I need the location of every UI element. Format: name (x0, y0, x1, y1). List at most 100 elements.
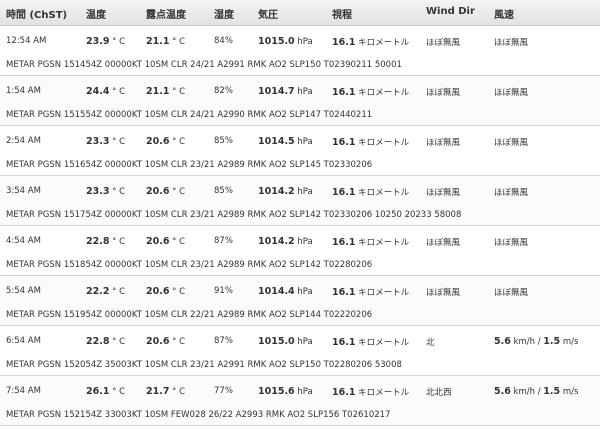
visibility: 16.1 キロメートル (332, 286, 409, 298)
header-wind-dir[interactable]: Wind Dir (426, 6, 475, 17)
table-row: 1:54 AM 24.4 ° C 21.1 ° C 82% 1014.7 hPa 16.1… (0, 76, 600, 126)
temperature: 23.9 ° C (86, 36, 125, 47)
wind-direction: ほぼ無風 (426, 88, 461, 98)
dew-point-value: 20.6 (146, 286, 170, 297)
pressure: 1015.0 hPa (258, 336, 313, 347)
pressure-value: 1014.4 (258, 286, 295, 297)
unit-ms: m/s (562, 387, 579, 397)
humidity: 84% (214, 36, 233, 46)
header-temp[interactable]: 温度 (86, 6, 106, 21)
weather-history-table: 時間 (ChST) 温度 露点温度 湿度 気圧 視程 Wind Dir 風速 1… (0, 0, 600, 430)
visibility-value: 16.1 (332, 37, 356, 48)
visibility-value: 16.1 (332, 87, 356, 98)
pressure-value: 1015.6 (258, 386, 295, 397)
unit-celsius: ° C (172, 237, 186, 247)
temperature: 22.8 ° C (86, 336, 125, 347)
unit-hpa: hPa (297, 37, 313, 47)
pressure-value: 1015.0 (258, 336, 295, 347)
metar-report: METAR PGSN 151554Z 00000KT 10SM CLR 24/2… (6, 110, 373, 120)
unit-km: キロメートル (358, 388, 410, 398)
dew-point: 20.6 ° C (146, 186, 185, 197)
wind-speed: 5.6 km/h / 1.5 m/s (494, 336, 578, 347)
dew-point-value: 21.1 (146, 86, 170, 97)
time: 12:54 AM (6, 36, 47, 46)
metar-report: METAR PGSN 151454Z 00000KT 10SM CLR 24/2… (6, 60, 402, 70)
table-row: 6:54 AM 22.8 ° C 20.6 ° C 87% 1015.0 hPa 16.1… (0, 326, 600, 376)
unit-km: キロメートル (358, 338, 410, 348)
unit-celsius: ° C (172, 187, 186, 197)
dew-point: 21.1 ° C (146, 86, 185, 97)
time: 2:54 AM (6, 136, 41, 146)
wind-speed: ほぼ無風 (494, 288, 529, 298)
visibility: 16.1 キロメートル (332, 236, 409, 248)
visibility: 16.1 キロメートル (332, 86, 409, 98)
wind-direction: ほぼ無風 (426, 38, 461, 48)
unit-hpa: hPa (297, 337, 313, 347)
time: 7:54 AM (6, 386, 41, 396)
humidity: 87% (214, 336, 233, 346)
visibility-value: 16.1 (332, 387, 356, 398)
unit-km: キロメートル (358, 288, 410, 298)
dew-point-value: 20.6 (146, 186, 170, 197)
pressure-value: 1014.2 (258, 236, 295, 247)
table-row: 3:54 AM 23.3 ° C 20.6 ° C 85% 1014.2 hPa 16.1… (0, 176, 600, 226)
humidity: 85% (214, 186, 233, 196)
header-visibility[interactable]: 視程 (332, 6, 352, 21)
metar-report: METAR PGSN 151954Z 00000KT 10SM CLR 22/2… (6, 310, 373, 320)
wind-direction: 北北西 (426, 388, 452, 398)
table-row: 4:54 AM 22.8 ° C 20.6 ° C 87% 1014.2 hPa 16.1… (0, 226, 600, 276)
dew-point: 20.6 ° C (146, 136, 185, 147)
wind-speed-kmh: 5.6 (494, 336, 511, 347)
table-header: 時間 (ChST) 温度 露点温度 湿度 気圧 視程 Wind Dir 風速 (0, 0, 600, 26)
time: 3:54 AM (6, 186, 41, 196)
temperature-value: 24.4 (86, 86, 110, 97)
unit-kmh: km/h / (513, 337, 541, 347)
pressure: 1014.4 hPa (258, 286, 313, 297)
visibility-value: 16.1 (332, 337, 356, 348)
dew-point: 20.6 ° C (146, 236, 185, 247)
dew-point-value: 21.1 (146, 36, 170, 47)
visibility: 16.1 キロメートル (332, 186, 409, 198)
unit-celsius: ° C (172, 387, 186, 397)
wind-speed: ほぼ無風 (494, 88, 529, 98)
pressure-value: 1014.2 (258, 186, 295, 197)
unit-celsius: ° C (172, 287, 186, 297)
unit-celsius: ° C (112, 337, 126, 347)
visibility: 16.1 キロメートル (332, 336, 409, 348)
dew-point: 20.6 ° C (146, 336, 185, 347)
unit-hpa: hPa (297, 87, 313, 97)
dew-point-value: 21.7 (146, 386, 170, 397)
humidity: 77% (214, 386, 233, 396)
pressure: 1014.2 hPa (258, 236, 313, 247)
metar-report: METAR PGSN 151854Z 00000KT 10SM CLR 23/2… (6, 260, 373, 270)
unit-km: キロメートル (358, 188, 410, 198)
humidity: 82% (214, 86, 233, 96)
pressure: 1014.5 hPa (258, 136, 313, 147)
header-pressure[interactable]: 気圧 (258, 6, 278, 21)
temperature-value: 22.2 (86, 286, 110, 297)
temperature-value: 23.3 (86, 136, 110, 147)
unit-celsius: ° C (112, 87, 126, 97)
temperature-value: 22.8 (86, 336, 110, 347)
pressure-value: 1014.7 (258, 86, 295, 97)
time: 6:54 AM (6, 336, 41, 346)
unit-hpa: hPa (297, 387, 313, 397)
header-dew[interactable]: 露点温度 (146, 6, 186, 21)
time: 5:54 AM (6, 286, 41, 296)
humidity: 91% (214, 286, 233, 296)
pressure: 1014.2 hPa (258, 186, 313, 197)
wind-speed: ほぼ無風 (494, 188, 529, 198)
visibility-value: 16.1 (332, 137, 356, 148)
unit-hpa: hPa (297, 287, 313, 297)
unit-km: キロメートル (358, 88, 410, 98)
header-humidity[interactable]: 湿度 (214, 6, 234, 21)
temperature-value: 26.1 (86, 386, 110, 397)
table-row: 2:54 AM 23.3 ° C 20.6 ° C 85% 1014.5 hPa 16.1… (0, 126, 600, 176)
wind-speed: ほぼ無風 (494, 138, 529, 148)
header-wind-speed[interactable]: 風速 (494, 6, 514, 21)
unit-km: キロメートル (358, 238, 410, 248)
temperature: 23.3 ° C (86, 136, 125, 147)
header-time[interactable]: 時間 (ChST) (6, 6, 67, 21)
wind-direction: ほぼ無風 (426, 138, 461, 148)
wind-speed-kmh: 5.6 (494, 386, 511, 397)
